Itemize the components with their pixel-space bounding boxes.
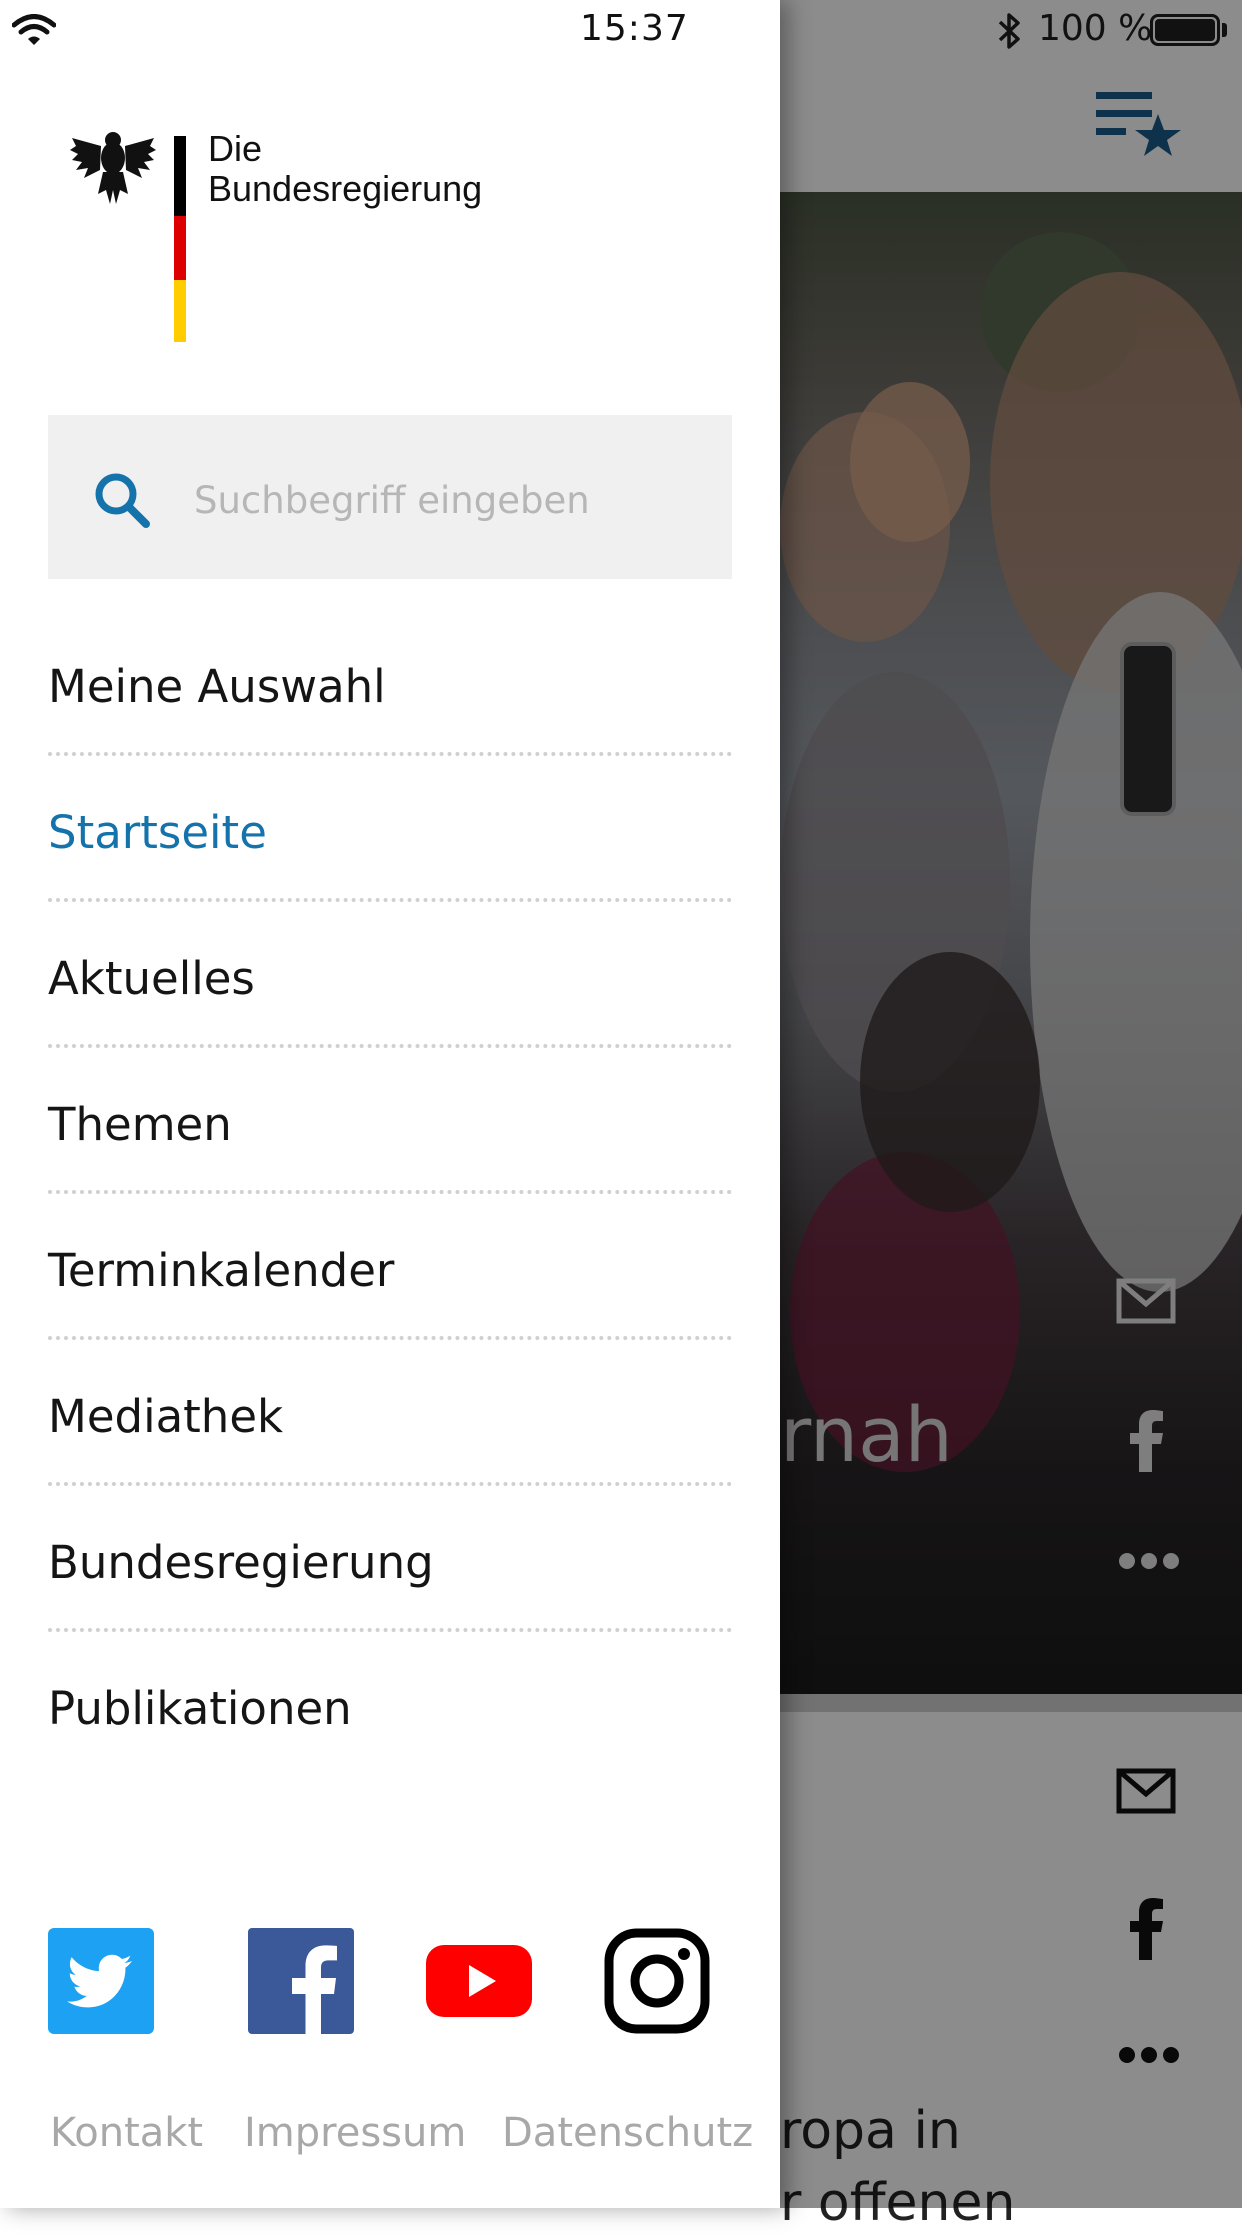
- main-menu: Meine Auswahl Startseite Aktuelles Theme…: [48, 610, 732, 1778]
- logo-text: Die: [208, 128, 263, 169]
- menu-item-terminkalender[interactable]: Terminkalender: [48, 1194, 732, 1340]
- menu-item-label: Terminkalender: [48, 1244, 395, 1297]
- instagram-icon[interactable]: [604, 1928, 710, 2034]
- youtube-icon[interactable]: [426, 1928, 532, 2034]
- status-bar: 15:37 100 %: [0, 0, 1242, 60]
- flag-stripe-red: [174, 216, 186, 280]
- status-time: 15:37: [580, 8, 689, 49]
- menu-item-bundesregierung[interactable]: Bundesregierung: [48, 1486, 732, 1632]
- menu-item-publikationen[interactable]: Publikationen: [48, 1632, 732, 1778]
- federal-eagle-icon: [70, 132, 156, 204]
- menu-item-meine-auswahl[interactable]: Meine Auswahl: [48, 610, 732, 756]
- menu-item-label: Startseite: [48, 806, 267, 859]
- menu-item-label: Publikationen: [48, 1682, 352, 1735]
- menu-item-aktuelles[interactable]: Aktuelles: [48, 902, 732, 1048]
- battery-percent: 100 %: [1038, 8, 1153, 49]
- logo-text: Bundesregierung: [208, 168, 483, 209]
- menu-item-label: Aktuelles: [48, 952, 255, 1005]
- menu-item-themen[interactable]: Themen: [48, 1048, 732, 1194]
- menu-item-label: Mediathek: [48, 1390, 284, 1443]
- flag-stripe-gold: [174, 280, 186, 342]
- wifi-icon: [12, 14, 56, 45]
- search-input[interactable]: [194, 470, 694, 530]
- footer-links: Kontakt Impressum Datenschutz: [48, 2110, 753, 2170]
- search-icon[interactable]: [92, 470, 152, 530]
- menu-item-label: Bundesregierung: [48, 1536, 434, 1589]
- battery-level: [1155, 19, 1215, 41]
- footer-link-impressum[interactable]: Impressum: [244, 2110, 466, 2156]
- twitter-icon[interactable]: [48, 1928, 154, 2034]
- flag-stripe-black: [174, 136, 186, 216]
- battery-tip: [1222, 23, 1227, 37]
- facebook-icon[interactable]: [248, 1928, 354, 2034]
- navigation-drawer: Die Bundesregierung Meine Auswahl Starts…: [0, 0, 780, 2208]
- bluetooth-icon: [998, 13, 1020, 49]
- footer-link-kontakt[interactable]: Kontakt: [50, 2110, 203, 2156]
- social-links: [48, 1928, 732, 2036]
- menu-item-label: Themen: [48, 1098, 232, 1151]
- menu-item-startseite[interactable]: Startseite: [48, 756, 732, 902]
- menu-item-mediathek[interactable]: Mediathek: [48, 1340, 732, 1486]
- menu-item-label: Meine Auswahl: [48, 660, 386, 713]
- footer-link-datenschutz[interactable]: Datenschutz: [502, 2110, 753, 2156]
